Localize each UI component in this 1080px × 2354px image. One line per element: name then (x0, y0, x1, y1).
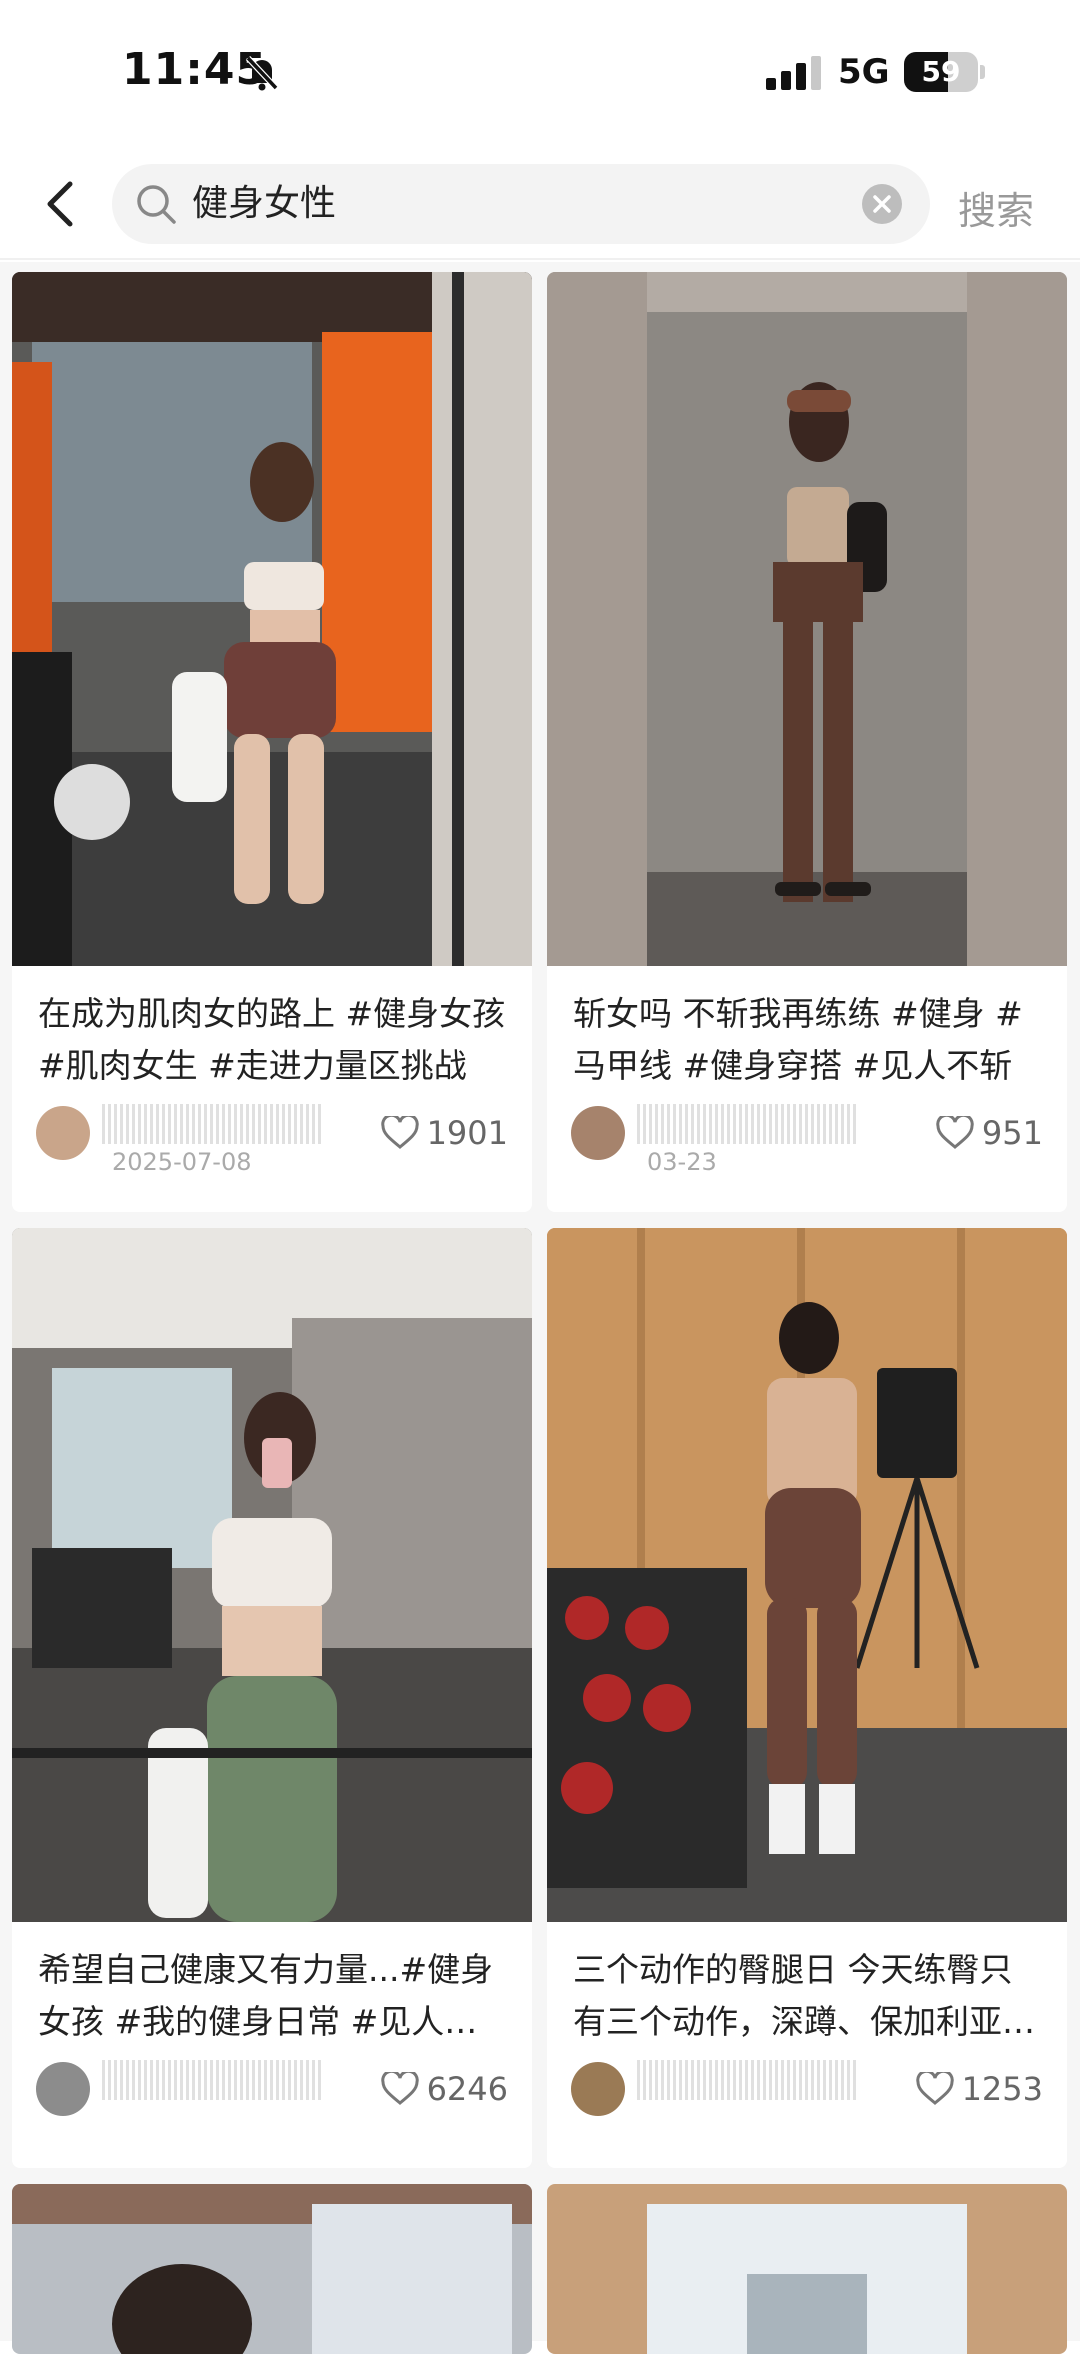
author-name[interactable] (637, 2060, 857, 2100)
note-image[interactable] (547, 2184, 1067, 2354)
search-box[interactable]: 健身女性 (112, 164, 930, 244)
battery-percent: 59 (921, 55, 961, 88)
bell-slash-icon (245, 55, 279, 91)
note-image[interactable] (12, 1228, 532, 1922)
like-button[interactable]: 6246 (380, 2070, 508, 2108)
back-icon[interactable] (36, 174, 86, 234)
like-count: 1253 (961, 2070, 1043, 2108)
note-image[interactable] (547, 1228, 1067, 1922)
battery-icon: 59 (904, 52, 986, 92)
like-button[interactable]: 1901 (380, 1114, 508, 1152)
heart-icon (915, 2072, 954, 2105)
search-button[interactable]: 搜索 (958, 180, 1034, 235)
search-input[interactable]: 健身女性 (192, 164, 336, 244)
avatar[interactable] (571, 1106, 625, 1160)
heart-icon (380, 1116, 419, 1149)
avatar[interactable] (36, 1106, 90, 1160)
like-count: 6246 (426, 2070, 508, 2108)
note-image[interactable] (12, 272, 532, 966)
note-card[interactable] (547, 2184, 1067, 2354)
note-title[interactable]: 在成为肌肉女的路上 #健身女孩 #肌肉女生 #走进力量区挑战 (38, 988, 508, 1092)
note-card[interactable]: 在成为肌肉女的路上 #健身女孩 #肌肉女生 #走进力量区挑战 2025-07-0… (12, 272, 532, 1212)
note-card[interactable]: 斩女吗 不斩我再练练 #健身 #马甲线 #健身穿搭 #见人不斩 03-23 95… (547, 272, 1067, 1212)
signal-icon (766, 56, 821, 90)
avatar[interactable] (36, 2062, 90, 2116)
status-bar: 11:45 5G 59 (0, 0, 1080, 150)
heart-icon (380, 2072, 419, 2105)
clear-icon[interactable] (860, 182, 904, 226)
author-name[interactable] (637, 1104, 857, 1144)
author-name[interactable] (102, 2060, 322, 2100)
note-card[interactable] (12, 2184, 532, 2354)
like-count: 951 (981, 1114, 1043, 1152)
post-date: 03-23 (647, 1148, 717, 1176)
note-card[interactable]: 希望自己健康又有力量...#健身女孩 #我的健身日常 #见人不斩 6246 (12, 1228, 532, 2168)
note-title[interactable]: 斩女吗 不斩我再练练 #健身 #马甲线 #健身穿搭 #见人不斩 (573, 988, 1043, 1092)
avatar[interactable] (571, 2062, 625, 2116)
like-count: 1901 (426, 1114, 508, 1152)
heart-icon (936, 1116, 974, 1149)
post-date: 2025-07-08 (112, 1148, 252, 1176)
search-icon (137, 185, 176, 224)
note-image[interactable] (547, 272, 1067, 966)
search-header: 健身女性 搜索 (0, 150, 1080, 260)
note-card[interactable]: 三个动作的臀腿日 今天练臀只有三个动作，深蹲、保加利亚分腿蹲 1253 (547, 1228, 1067, 2168)
like-button[interactable]: 951 (936, 1114, 1043, 1152)
author-name[interactable] (102, 1104, 322, 1144)
note-image[interactable] (12, 2184, 532, 2354)
like-button[interactable]: 1253 (915, 2070, 1043, 2108)
results-feed: 在成为肌肉女的路上 #健身女孩 #肌肉女生 #走进力量区挑战 2025-07-0… (0, 262, 1080, 2354)
network-type: 5G (838, 52, 890, 92)
note-title[interactable]: 希望自己健康又有力量...#健身女孩 #我的健身日常 #见人不斩 (38, 1944, 508, 2048)
note-title[interactable]: 三个动作的臀腿日 今天练臀只有三个动作，深蹲、保加利亚分腿蹲 (573, 1944, 1043, 2048)
